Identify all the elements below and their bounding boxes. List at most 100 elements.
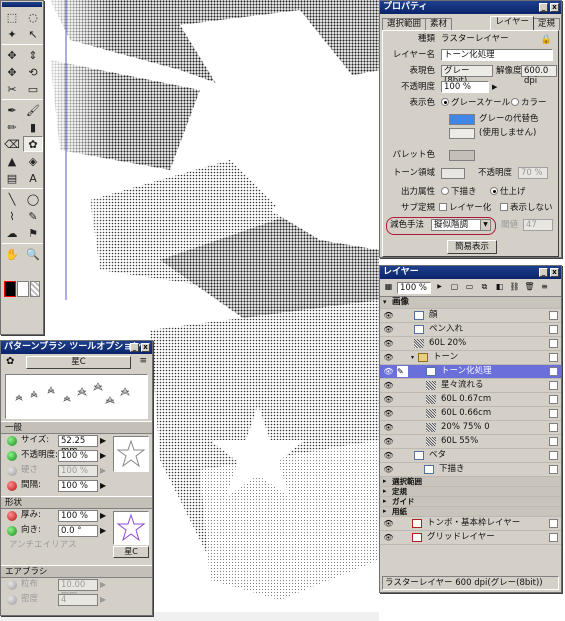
visibility-eye-icon[interactable]: 👁 — [383, 450, 394, 461]
sub-ruler-hide-check[interactable]: 表示しない — [500, 202, 553, 215]
visibility-eye-icon[interactable]: 👁 — [383, 380, 394, 391]
pressure-toggle-icon[interactable] — [7, 580, 17, 590]
edit-pen-icon[interactable]: ✎ — [397, 366, 408, 377]
visibility-eye-icon[interactable]: 👁 — [383, 464, 394, 475]
close-icon[interactable]: x — [550, 3, 559, 12]
reduce-method-select[interactable]: 擬似階調 ▼ — [431, 219, 491, 231]
layer-mask-icon[interactable] — [549, 451, 558, 460]
output-finish-radio[interactable]: 仕上げ — [490, 186, 526, 199]
slider-arrow-icon[interactable]: ▶ — [100, 593, 106, 606]
stamp-icon[interactable]: ⚑ — [23, 225, 43, 241]
line-icon[interactable]: ╲ — [2, 191, 22, 207]
close-icon[interactable]: x — [550, 268, 559, 277]
tool-palette-grip[interactable] — [2, 2, 42, 7]
layer-name-field[interactable]: トーン化処理 — [441, 49, 553, 61]
pressure-toggle-icon[interactable] — [7, 481, 17, 491]
option-value-field[interactable]: 4 — [58, 594, 98, 606]
palette-swatch[interactable] — [449, 150, 475, 161]
zoom-field[interactable]: 100 % — [397, 281, 431, 294]
menu-icon[interactable]: ≡ — [538, 281, 551, 294]
tab-material[interactable]: 素材 — [425, 18, 453, 30]
layer-title-bar[interactable]: レイヤー _ x — [380, 266, 561, 279]
brush-title-bar[interactable]: パターンブラシ ツールオプション _ x — [1, 341, 152, 354]
layer-mask-icon[interactable] — [549, 381, 558, 390]
layer-mask-icon[interactable] — [549, 519, 558, 528]
visibility-eye-icon[interactable]: 👁 — [383, 436, 394, 447]
pressure-toggle-icon[interactable] — [7, 466, 17, 476]
layer-row[interactable]: 👁 ▾ トーン — [380, 351, 561, 365]
brush-menu-icon[interactable]: ≡ — [139, 356, 147, 366]
layer-mask-icon[interactable] — [549, 437, 558, 446]
layer-row[interactable]: 👁 星々流れる — [380, 379, 561, 393]
layer-row[interactable]: ▸ ガイド — [380, 497, 561, 507]
layer-row[interactable]: 👁 ベタ — [380, 449, 561, 463]
option-value-field[interactable]: 52.25 mm — [58, 435, 98, 456]
slider-arrow-icon[interactable]: ▶ — [100, 509, 106, 522]
layer-row[interactable]: ▸ 用紙 — [380, 507, 561, 517]
mask-icon[interactable]: ◧ — [493, 281, 506, 294]
eraser-icon[interactable]: ⌫ — [2, 136, 22, 152]
sub-ruler-layer-check[interactable]: レイヤー化 — [439, 202, 491, 215]
hand-move-icon[interactable]: ✥ — [2, 47, 22, 63]
rotate-icon[interactable]: ⟲ — [23, 64, 43, 80]
pressure-toggle-icon[interactable] — [7, 451, 17, 461]
visibility-eye-icon[interactable]: 👁 — [383, 310, 394, 321]
pencil-icon[interactable]: ✏ — [2, 119, 22, 135]
tab-selection[interactable]: 選択範囲 — [382, 18, 427, 30]
pattern-brush-icon[interactable]: ✿ — [23, 136, 43, 152]
brush-icon[interactable]: 🖌 — [23, 102, 43, 118]
edit-pen-icon[interactable] — [397, 532, 408, 543]
output-sketch-radio[interactable]: 下描き — [441, 186, 477, 199]
color-selector[interactable] — [4, 281, 40, 301]
edit-pen-icon[interactable] — [397, 408, 408, 419]
hand-icon[interactable]: ✋ — [2, 246, 22, 262]
threshold-field[interactable]: 47 — [523, 219, 553, 231]
slider-arrow-icon[interactable]: ▶ — [100, 524, 106, 537]
shape-name-button[interactable]: 星C — [113, 546, 149, 558]
option-value-field[interactable]: 100 % — [58, 450, 98, 462]
close-icon[interactable]: x — [141, 343, 150, 352]
visibility-eye-icon[interactable]: 👁 — [383, 338, 394, 349]
tab-layer[interactable]: レイヤー — [490, 16, 534, 30]
opacity-arrow-icon[interactable]: ▶ — [492, 81, 497, 94]
pressure-toggle-icon[interactable] — [7, 595, 17, 605]
layer-row[interactable]: 👁 顔 — [380, 309, 561, 323]
layer-mask-icon[interactable] — [549, 533, 558, 542]
folder-expand-icon[interactable]: ▾ — [411, 351, 414, 364]
edit-pen-icon[interactable] — [397, 450, 408, 461]
edit-pen-icon[interactable] — [397, 380, 408, 391]
gray-sub-swatch[interactable] — [449, 114, 475, 125]
gradation-icon[interactable]: ▤ — [2, 170, 22, 186]
edit-pen-icon[interactable] — [397, 518, 408, 529]
pressure-toggle-icon[interactable] — [7, 526, 17, 536]
layer-row[interactable]: 👁 ✎ トーン化処理 — [380, 365, 561, 379]
edit-pen-icon[interactable] — [397, 324, 408, 335]
unused-swatch[interactable] — [449, 128, 475, 139]
layer-mask-icon[interactable] — [549, 367, 558, 376]
layer-mask-icon[interactable] — [549, 409, 558, 418]
option-value-field[interactable]: 10.00 mm — [58, 579, 98, 600]
layer-row[interactable]: 👁 60L 0.67cm — [380, 393, 561, 407]
section-airbrush[interactable]: エアブラシ — [1, 565, 152, 578]
display-gray-radio[interactable]: グレースケール — [441, 97, 510, 110]
layer-mask-icon[interactable] — [549, 339, 558, 348]
expand-icon[interactable]: ▸ — [383, 507, 387, 516]
tone-fill-icon[interactable]: ◈ — [23, 153, 43, 169]
slider-arrow-icon[interactable]: ▶ — [100, 434, 106, 447]
layer-mask-icon[interactable] — [549, 395, 558, 404]
background-color-swatch[interactable] — [17, 281, 29, 297]
correction-icon[interactable]: ✎ — [23, 208, 43, 224]
cut-icon[interactable]: ✂ — [2, 81, 22, 97]
lasso-icon[interactable]: ◌ — [23, 9, 43, 25]
copy-layer-icon[interactable]: ⧉ — [478, 281, 491, 294]
antialias-label[interactable]: アンチエイリアス — [9, 539, 77, 552]
visibility-eye-icon[interactable]: 👁 — [383, 518, 394, 529]
edit-pen-icon[interactable] — [397, 436, 408, 447]
option-value-field[interactable]: 0.0 ° — [58, 525, 98, 537]
visibility-eye-icon[interactable]: 👁 — [383, 408, 394, 419]
lock-icon[interactable]: 🔒 — [541, 34, 552, 47]
tab-ruler[interactable]: 定規 — [532, 18, 560, 30]
section-general[interactable]: 一般 — [1, 421, 152, 434]
marker-icon[interactable]: ▮ — [23, 119, 43, 135]
edit-pen-icon[interactable] — [397, 464, 408, 475]
